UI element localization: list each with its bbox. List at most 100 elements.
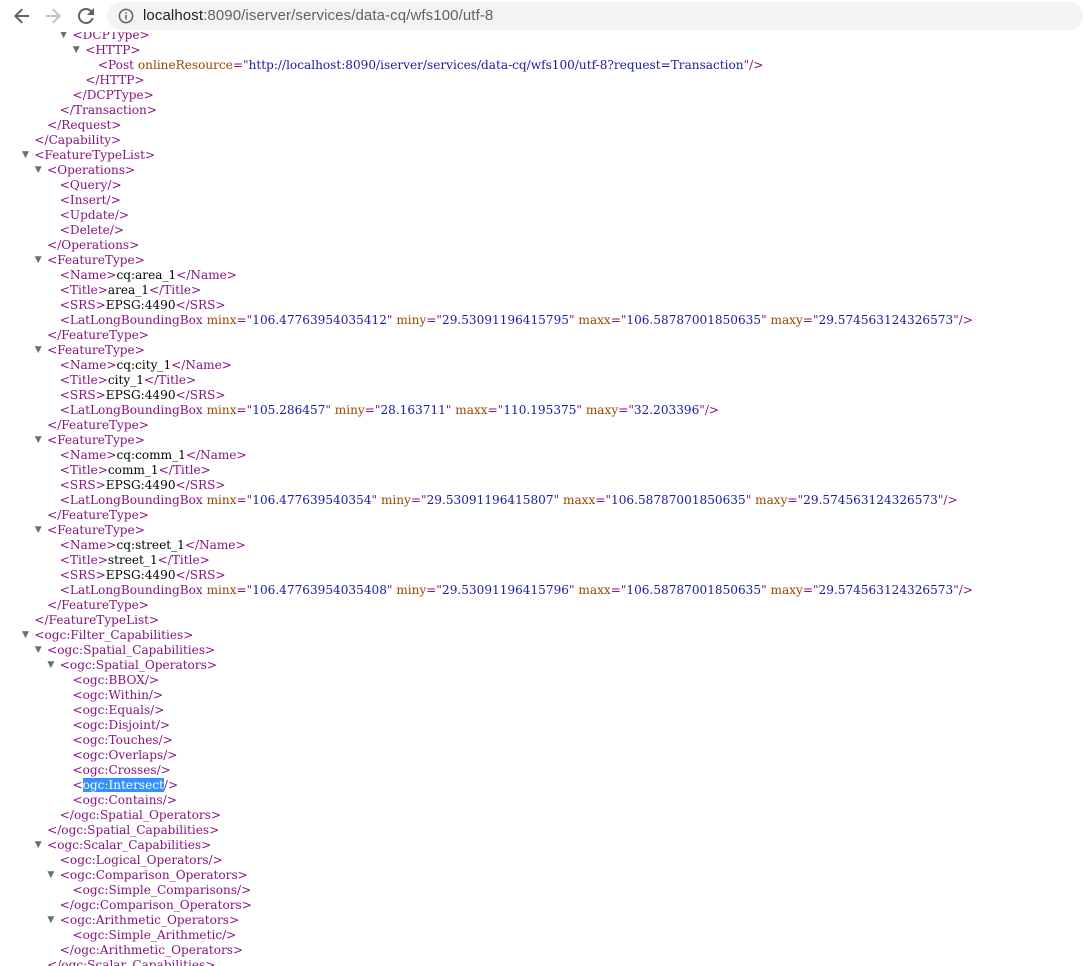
xml-line: <FeatureType> (47, 433, 145, 448)
reload-icon (78, 8, 94, 24)
xml-token: <Name> (59, 358, 117, 372)
xml-token: <Name> (59, 268, 117, 282)
xml-token: <Post (97, 58, 138, 72)
xml-line: <ogc:Equals/> (73, 703, 165, 718)
xml-line: <Insert/> (60, 193, 121, 208)
xml-line: <Title>comm_1</Title> (60, 463, 211, 478)
collapse-triangle-icon[interactable]: ▼ (47, 913, 56, 928)
collapse-triangle-icon[interactable]: ▼ (35, 433, 44, 448)
xml-line: <FeatureType> (47, 253, 145, 268)
forward-button[interactable] (41, 4, 65, 28)
xml-token: street_1 (107, 553, 158, 567)
xml-token: maxy (770, 583, 803, 597)
xml-token: <ogc:Simple_Arithmetic/> (72, 928, 237, 942)
xml-token: miny (396, 583, 427, 597)
xml-token: EPSG:4490 (105, 298, 176, 312)
collapse-triangle-icon[interactable]: ▼ (35, 163, 44, 178)
xml-token: </Title> (158, 463, 211, 477)
xml-line: </ogc:Spatial_Capabilities> (47, 823, 219, 838)
xml-token: " (568, 313, 579, 327)
xml-token: </FeatureType> (47, 598, 149, 612)
arrow-left-icon (14, 8, 29, 24)
xml-token: "/> (743, 58, 764, 72)
xml-token: cq:street_1 (116, 538, 185, 552)
xml-token: </Name> (184, 538, 246, 552)
xml-token: =" (426, 313, 442, 327)
xml-token: 29.53091196415795 (442, 313, 569, 327)
xml-token: "/> (699, 403, 720, 417)
xml-line: <ogc:Scalar_Capabilities> (47, 838, 211, 853)
xml-token: <Delete/> (59, 223, 125, 237)
xml-token: comm_1 (107, 463, 159, 477)
xml-line: </Transaction> (60, 103, 157, 118)
xml-token: =" (487, 403, 504, 417)
address-bar[interactable]: localhost:8090/iserver/services/data-cq/… (107, 2, 1083, 30)
xml-line: </FeatureType> (47, 598, 149, 613)
collapse-triangle-icon[interactable]: ▼ (35, 523, 44, 538)
xml-token: " (761, 583, 771, 597)
xml-line: <LatLongBoundingBox minx="105.286457" mi… (60, 403, 719, 418)
xml-token: <Name> (59, 448, 117, 462)
xml-token: </SRS> (175, 478, 226, 492)
xml-line: <HTTP> (85, 43, 140, 58)
xml-token: 106.58787001850635 (626, 313, 762, 327)
xml-token: <HTTP> (85, 43, 141, 57)
xml-token: cq:comm_1 (116, 448, 186, 462)
url-text[interactable]: localhost:8090/iserver/services/data-cq/… (143, 7, 493, 24)
xml-token: </Name> (185, 448, 247, 462)
xml-line: </Capability> (34, 133, 121, 148)
xml-token: <Title> (59, 283, 108, 297)
xml-token: =" (610, 313, 627, 327)
xml-token: " (445, 403, 456, 417)
xml-token: <FeatureType> (47, 253, 145, 267)
xml-token: <ogc:BBOX/> (72, 673, 160, 687)
xml-token: " (325, 403, 335, 417)
xml-token: </ogc:Comparison_Operators> (59, 898, 252, 912)
xml-line: <Title>street_1</Title> (60, 553, 210, 568)
xml-token: </DCPType> (72, 88, 154, 102)
xml-line: <Update/> (60, 208, 129, 223)
xml-token: " (386, 313, 397, 327)
xml-token: miny (380, 493, 411, 507)
xml-token: =" (236, 583, 253, 597)
xml-line: <Operations> (47, 163, 135, 178)
collapse-triangle-icon[interactable]: ▼ (47, 658, 56, 673)
xml-line: <ogc:Simple_Arithmetic/> (73, 928, 237, 943)
xml-token: =" (426, 583, 442, 597)
xml-token: </Request> (47, 118, 122, 132)
xml-token: "/> (953, 313, 973, 327)
xml-line: <ogc:Within/> (73, 688, 164, 703)
collapse-triangle-icon[interactable]: ▼ (35, 343, 44, 358)
collapse-triangle-icon[interactable]: ▼ (35, 253, 44, 268)
xml-line: <SRS>EPSG:4490</SRS> (60, 388, 226, 403)
reload-button[interactable] (74, 4, 98, 28)
xml-line: <ogc:BBOX/> (73, 673, 160, 688)
collapse-triangle-icon[interactable]: ▼ (35, 643, 44, 658)
xml-token: 29.53091196415807 (426, 493, 554, 507)
collapse-triangle-icon[interactable]: ▼ (60, 32, 69, 43)
xml-token: " (576, 403, 586, 417)
collapse-triangle-icon[interactable]: ▼ (22, 148, 31, 163)
back-button[interactable] (10, 4, 34, 28)
xml-token: <FeatureType> (47, 523, 145, 537)
xml-token: =" (236, 493, 253, 507)
xml-line: <ogc:Touches/> (73, 733, 173, 748)
xml-line: <Post onlineResource="http://localhost:8… (98, 58, 763, 73)
xml-token: http://localhost:8090/iserver/services/d… (248, 58, 744, 72)
xml-line: <ogc:Simple_Comparisons/> (73, 883, 252, 898)
collapse-triangle-icon[interactable]: ▼ (35, 838, 44, 853)
collapse-triangle-icon[interactable]: ▼ (73, 43, 82, 58)
xml-token: 106.58787001850635 (626, 583, 762, 597)
collapse-triangle-icon[interactable]: ▼ (22, 628, 31, 643)
xml-token: <ogc:Logical_Operators/> (59, 853, 223, 867)
xml-token: <ogc:Contains/> (72, 793, 177, 807)
collapse-triangle-icon[interactable]: ▼ (47, 868, 56, 883)
xml-line: <Title>city_1</Title> (60, 373, 196, 388)
xml-line: <Delete/> (60, 223, 124, 238)
xml-line: <ogc:Spatial_Operators> (60, 658, 217, 673)
xml-line: <Title>area_1</Title> (60, 283, 201, 298)
info-icon[interactable] (118, 8, 134, 24)
xml-token: minx (206, 313, 237, 327)
xml-token: </FeatureTypeList> (34, 613, 160, 627)
xml-token: 105.286457 (252, 403, 326, 417)
